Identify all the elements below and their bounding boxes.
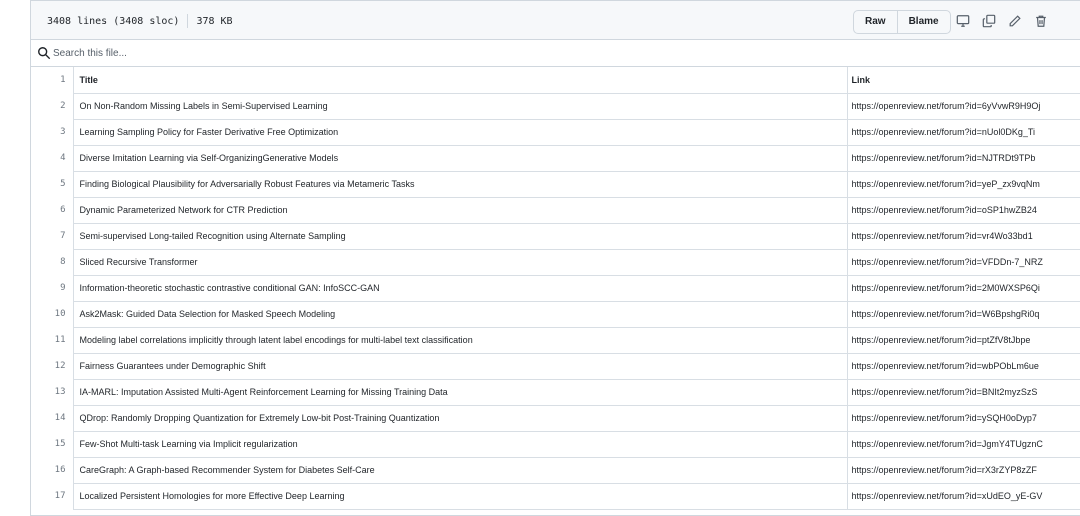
row-title: Sliced Recursive Transformer — [72, 249, 847, 276]
line-number[interactable]: 17 — [31, 483, 73, 509]
row-title: Semi-supervised Long-tailed Recognition … — [72, 223, 847, 250]
table-row: 16 CareGraph: A Graph-based Recommender S… — [31, 457, 1080, 484]
line-number[interactable]: 3 — [31, 119, 73, 145]
search-input[interactable] — [53, 45, 553, 61]
table-row: 7 Semi-supervised Long-tailed Recognition… — [31, 223, 1080, 250]
row-link: https://openreview.net/forum?id=rX3rZYP8… — [846, 457, 1080, 484]
row-link: https://openreview.net/forum?id=NJTRDt9T… — [846, 145, 1080, 172]
table-row: 8 Sliced Recursive Transformer https://ope… — [31, 249, 1080, 276]
row-title: Ask2Mask: Guided Data Selection for Mask… — [72, 301, 847, 328]
file-size: 378 KB — [196, 15, 233, 27]
table-row: 9 Information-theoretic stochastic contra… — [31, 275, 1080, 302]
table-row: 10 Ask2Mask: Guided Data Selection for Ma… — [31, 301, 1080, 328]
line-number[interactable]: 16 — [31, 457, 73, 483]
row-title: Dynamic Parameterized Network for CTR Pr… — [72, 197, 847, 224]
divider — [187, 14, 189, 28]
view-button-group: Raw Blame — [853, 10, 951, 34]
csv-table: 1 Title Link 2 On Non-Random Missing Labe… — [31, 67, 1080, 510]
table-row: 17 Localized Persistent Homologies for mo… — [31, 483, 1080, 510]
row-link: https://openreview.net/forum?id=2M0WXSP6… — [846, 275, 1080, 302]
table-row: 2 On Non-Random Missing Labels in Semi-Su… — [31, 93, 1080, 120]
table-header-row: 1 Title Link — [31, 67, 1080, 94]
row-title: Information-theoretic stochastic contras… — [72, 275, 847, 302]
table-row: 13 IA-MARL: Imputation Assisted Multi-Age… — [31, 379, 1080, 406]
row-title: Few-Shot Multi-task Learning via Implici… — [72, 431, 847, 458]
row-title: Learning Sampling Policy for Faster Deri… — [72, 119, 847, 146]
search-icon — [38, 47, 51, 60]
table-row: 14 QDrop: Randomly Dropping Quantization … — [31, 405, 1080, 432]
line-number[interactable]: 15 — [31, 431, 73, 457]
table-row: 12 Fairness Guarantees under Demographic … — [31, 353, 1080, 380]
row-link: https://openreview.net/forum?id=BNIt2myz… — [846, 379, 1080, 406]
table-row: 4 Diverse Imitation Learning via Self-Org… — [31, 145, 1080, 172]
row-link: https://openreview.net/forum?id=ySQH0oDy… — [846, 405, 1080, 432]
line-number[interactable]: 1 — [31, 67, 73, 93]
table-row: 6 Dynamic Parameterized Network for CTR P… — [31, 197, 1080, 224]
blame-button[interactable]: Blame — [896, 11, 950, 33]
search-row — [31, 40, 1080, 67]
line-number[interactable]: 13 — [31, 379, 73, 405]
line-number[interactable]: 12 — [31, 353, 73, 379]
row-title: Modeling label correlations implicitly t… — [72, 327, 847, 354]
column-header-title: Title — [72, 67, 847, 94]
line-number[interactable]: 10 — [31, 301, 73, 327]
pencil-icon[interactable] — [1005, 11, 1025, 31]
row-title: On Non-Random Missing Labels in Semi-Sup… — [72, 93, 847, 120]
line-number[interactable]: 4 — [31, 145, 73, 171]
line-number[interactable]: 11 — [31, 327, 73, 353]
line-number[interactable]: 8 — [31, 249, 73, 275]
row-title: Diverse Imitation Learning via Self-Orga… — [72, 145, 847, 172]
row-link: https://openreview.net/forum?id=JgmY4TUg… — [846, 431, 1080, 458]
table-row: 11 Modeling label correlations implicitly… — [31, 327, 1080, 354]
line-number[interactable]: 5 — [31, 171, 73, 197]
row-title: Localized Persistent Homologies for more… — [72, 483, 847, 510]
line-number[interactable]: 7 — [31, 223, 73, 249]
line-number[interactable]: 14 — [31, 405, 73, 431]
raw-button[interactable]: Raw — [854, 11, 897, 33]
row-link: https://openreview.net/forum?id=VFDDn-7_… — [846, 249, 1080, 276]
line-number[interactable]: 6 — [31, 197, 73, 223]
row-title: IA-MARL: Imputation Assisted Multi-Agent… — [72, 379, 847, 406]
row-title: Finding Biological Plausibility for Adve… — [72, 171, 847, 198]
row-link: https://openreview.net/forum?id=ptZfV8tJ… — [846, 327, 1080, 354]
row-title: QDrop: Randomly Dropping Quantization fo… — [72, 405, 847, 432]
row-link: https://openreview.net/forum?id=yeP_zx9v… — [846, 171, 1080, 198]
column-header-link: Link — [846, 67, 1080, 94]
display-icon[interactable] — [953, 11, 973, 31]
row-title: Fairness Guarantees under Demographic Sh… — [72, 353, 847, 380]
row-link: https://openreview.net/forum?id=wbPObLm6… — [846, 353, 1080, 380]
row-link: https://openreview.net/forum?id=nUol0DKg… — [846, 119, 1080, 146]
row-link: https://openreview.net/forum?id=6yVvwR9H… — [846, 93, 1080, 120]
row-link: https://openreview.net/forum?id=oSP1hwZB… — [846, 197, 1080, 224]
row-link: https://openreview.net/forum?id=vr4Wo33b… — [846, 223, 1080, 250]
table-row: 5 Finding Biological Plausibility for Adv… — [31, 171, 1080, 198]
line-number[interactable]: 9 — [31, 275, 73, 301]
file-header: 3408 lines (3408 sloc) 378 KB Raw Blame — [31, 0, 1080, 40]
table-row: 15 Few-Shot Multi-task Learning via Impli… — [31, 431, 1080, 458]
line-number[interactable]: 2 — [31, 93, 73, 119]
line-count: 3408 lines (3408 sloc) — [47, 15, 180, 27]
copy-icon[interactable] — [979, 11, 999, 31]
row-link: https://openreview.net/forum?id=W6BpshgR… — [846, 301, 1080, 328]
row-title: CareGraph: A Graph-based Recommender Sys… — [72, 457, 847, 484]
file-info: 3408 lines (3408 sloc) 378 KB — [47, 14, 233, 28]
trash-icon[interactable] — [1031, 11, 1051, 31]
file-viewer: 3408 lines (3408 sloc) 378 KB Raw Blame — [30, 0, 1080, 516]
table-row: 3 Learning Sampling Policy for Faster Der… — [31, 119, 1080, 146]
row-link: https://openreview.net/forum?id=xUdEO_yE… — [846, 483, 1080, 510]
